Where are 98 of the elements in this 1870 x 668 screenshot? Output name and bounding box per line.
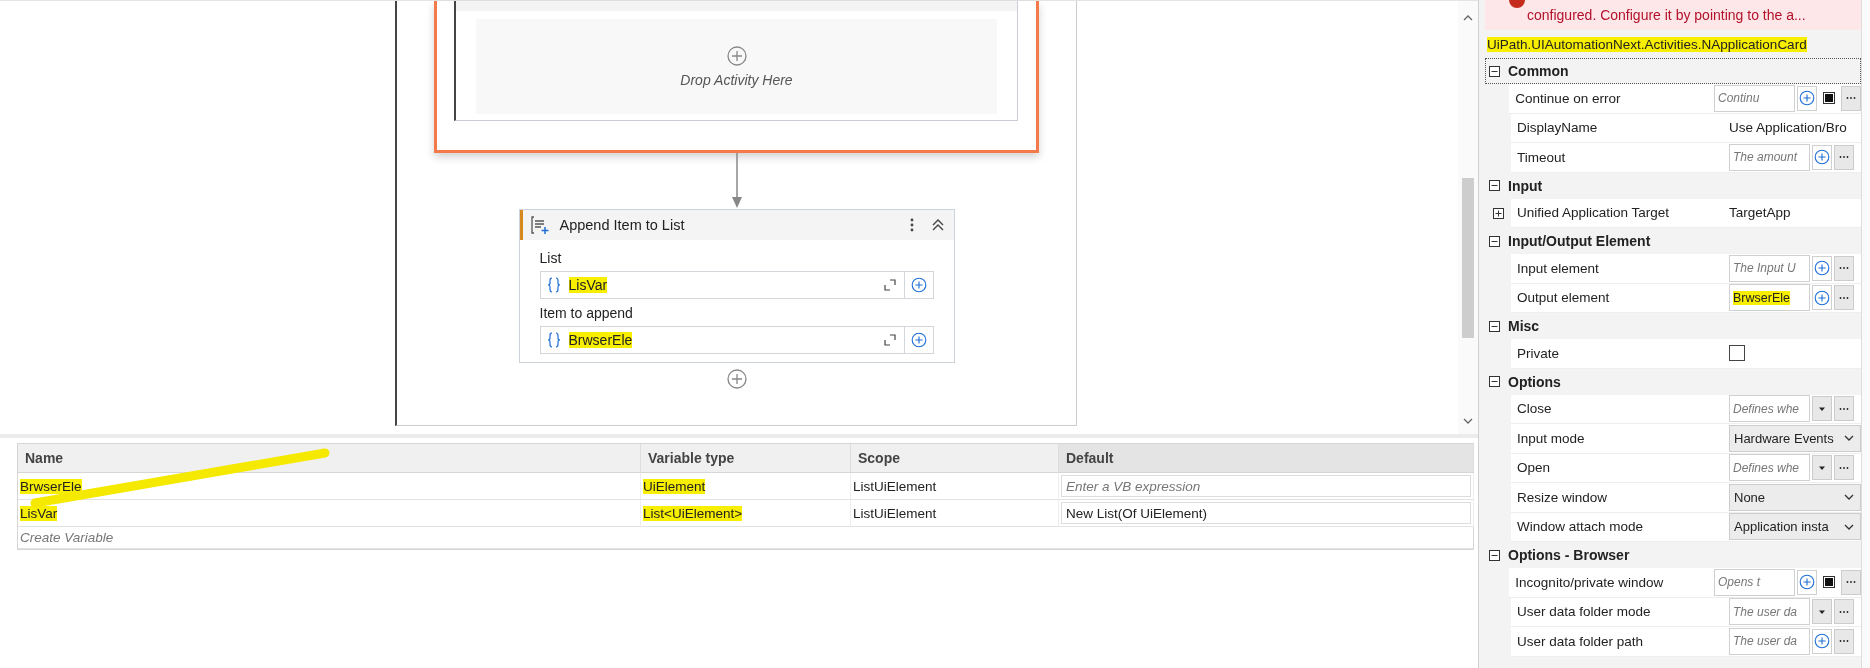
property-name: Unified Application Target	[1511, 198, 1727, 228]
expression-field[interactable]: LisVar	[539, 271, 905, 299]
expression-field[interactable]: Defines whe	[1729, 395, 1810, 423]
expand-icon[interactable]	[1492, 207, 1504, 219]
property-name: Window attach mode	[1511, 512, 1727, 542]
dropdown-button[interactable]	[1812, 396, 1832, 422]
column-header[interactable]: Scope	[851, 444, 1059, 473]
add-button[interactable]	[1812, 628, 1832, 654]
error-message: configured. Configure it by pointing to the a...	[1527, 7, 1806, 23]
add-icon[interactable]	[726, 45, 747, 66]
property-name: Timeout	[1511, 143, 1727, 173]
add-button[interactable]	[1812, 144, 1832, 170]
activity-type-name: UiPath.UIAutomationNext.Activities.NApplicationCard	[1487, 36, 1807, 52]
collapse-icon[interactable]	[1489, 180, 1500, 191]
property-name: DisplayName	[1511, 113, 1727, 143]
collapse-icon[interactable]	[1489, 549, 1500, 561]
property-name: Resize window	[1511, 483, 1727, 513]
add-button[interactable]	[1812, 255, 1832, 281]
collapse-icon[interactable]	[1489, 65, 1500, 77]
field-value: BrwserEle	[568, 332, 633, 348]
dropdown[interactable]: Hardware Events	[1729, 424, 1861, 452]
column-header[interactable]: Default	[1059, 444, 1474, 473]
expression-field[interactable]: Opens t	[1714, 568, 1795, 596]
expression-field[interactable]: The amount	[1729, 143, 1810, 171]
add-button[interactable]	[904, 326, 934, 354]
property-name: Open	[1511, 453, 1727, 483]
field-label: Item to append	[539, 305, 634, 321]
add-button[interactable]	[1797, 569, 1817, 595]
property-name: Input mode	[1511, 424, 1727, 454]
add-icon	[1814, 260, 1830, 277]
category-label: Input	[1508, 177, 1543, 194]
add-icon	[910, 332, 927, 348]
add-icon[interactable]	[726, 369, 747, 389]
list-add-icon	[529, 215, 550, 235]
expression-field[interactable]: The user da	[1729, 598, 1810, 626]
variable-scope: ListUiElement	[853, 478, 937, 494]
drop-zone[interactable]: Drop Activity Here	[476, 19, 997, 114]
create-variable-hint[interactable]: Create Variable	[18, 527, 1474, 549]
variable-name: BrwserEle	[20, 478, 82, 494]
filled-square-icon	[1823, 92, 1835, 105]
category-label: Misc	[1508, 318, 1540, 334]
field-value: LisVar	[568, 277, 608, 293]
add-icon	[1799, 574, 1815, 591]
property-name: Incognito/private window	[1509, 568, 1712, 598]
scrollbar-thumb[interactable]	[1462, 178, 1474, 338]
default-value-field[interactable]: Enter a VB expression	[1061, 475, 1471, 497]
activity-card[interactable]: Append Item to List List LisVar Item to append BrwserEle	[518, 209, 955, 363]
expression-field[interactable]: Continu	[1714, 84, 1795, 112]
property-name: User data folder mode	[1511, 597, 1727, 627]
add-icon	[1814, 289, 1830, 306]
variable-scope: ListUiElement	[853, 505, 937, 521]
add-button[interactable]	[904, 271, 934, 299]
dropdown[interactable]: Application insta	[1729, 513, 1861, 541]
add-button[interactable]	[1797, 85, 1817, 111]
dropdown[interactable]: None	[1729, 483, 1861, 511]
braces-icon	[546, 277, 561, 293]
category-label: Input/Output Element	[1508, 233, 1651, 249]
property-name: Continue on error	[1509, 84, 1712, 114]
collapse-icon[interactable]	[1489, 376, 1500, 387]
expression-field[interactable]: BrwserEle	[1729, 284, 1810, 312]
property-name: User data folder path	[1511, 627, 1727, 657]
error-icon	[1507, 0, 1527, 10]
property-name: Input element	[1511, 254, 1727, 284]
activity-title: Append Item to List	[559, 217, 686, 233]
category-label: Common	[1508, 63, 1569, 79]
connector-arrow	[730, 153, 743, 209]
column-header[interactable]: Variable type	[641, 444, 851, 473]
field-label: List	[539, 250, 563, 266]
filled-square-icon	[1823, 576, 1835, 589]
expression-field[interactable]: The user da	[1729, 627, 1810, 655]
column-header[interactable]: Name	[18, 444, 641, 473]
dropdown-button[interactable]	[1812, 455, 1832, 481]
property-name: Private	[1511, 339, 1727, 369]
category-label: Options	[1508, 373, 1561, 390]
property-name: Output element	[1511, 283, 1727, 313]
add-icon	[1814, 149, 1830, 166]
variable-name: LisVar	[20, 505, 58, 521]
drop-hint: Drop Activity Here	[680, 71, 793, 88]
default-value-field[interactable]: New List(Of UiElement)	[1061, 502, 1471, 524]
checkbox[interactable]	[1729, 345, 1745, 362]
collapse-icon[interactable]	[1489, 235, 1500, 247]
scroll-up-icon[interactable]	[1463, 13, 1473, 23]
braces-icon	[546, 332, 561, 348]
add-icon	[1799, 90, 1815, 107]
activity-card[interactable]: Drop Activity Here	[434, 1, 1039, 153]
expression-field[interactable]: Defines whe	[1729, 454, 1810, 482]
scroll-down-icon[interactable]	[1463, 416, 1473, 426]
expression-field[interactable]: BrwserEle	[539, 326, 905, 354]
scrollbar[interactable]	[1458, 1, 1478, 434]
add-button[interactable]	[1812, 285, 1832, 311]
variable-type: UiElement	[643, 478, 706, 494]
add-icon	[1814, 633, 1830, 650]
add-icon	[910, 277, 927, 293]
variable-type: List<UiElement>	[643, 505, 743, 521]
category-label: Options - Browser	[1508, 547, 1630, 563]
collapse-icon[interactable]	[1489, 320, 1500, 332]
expression-field[interactable]: The Input U	[1729, 254, 1810, 282]
property-name: Close	[1511, 394, 1727, 424]
